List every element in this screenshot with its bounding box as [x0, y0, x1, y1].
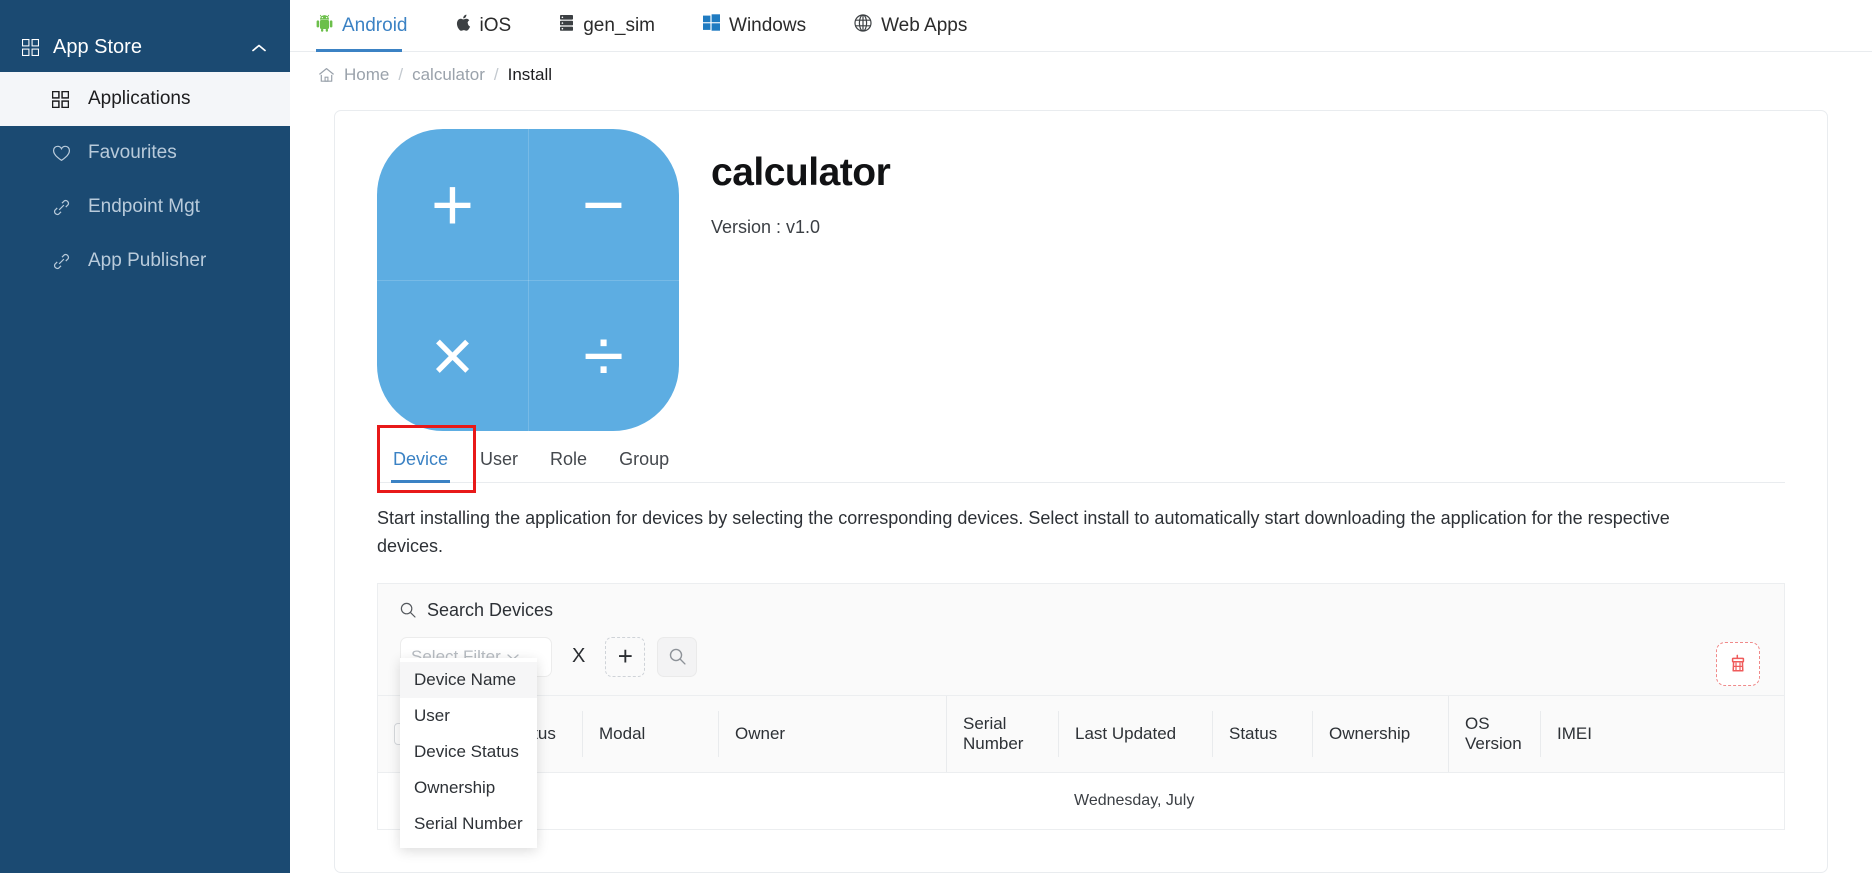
- platform-tabs: Android iOS gen_sim Windows Web Apps: [290, 0, 1872, 52]
- app-meta: calculator Version : v1.0: [679, 129, 891, 431]
- tab-label: iOS: [479, 14, 512, 36]
- search-devices-title: Search Devices: [400, 600, 1762, 621]
- tab-android[interactable]: Android: [316, 0, 408, 52]
- th-modal[interactable]: Modal: [582, 710, 718, 757]
- filter-option-device-name[interactable]: Device Name: [400, 661, 537, 698]
- heart-icon: [52, 145, 74, 162]
- grid-icon: [22, 38, 39, 56]
- th-imei[interactable]: IMEI: [1540, 710, 1670, 757]
- server-icon: [559, 14, 574, 38]
- apple-icon: [456, 14, 471, 38]
- search-icon: [669, 648, 686, 665]
- breadcrumb-calculator[interactable]: calculator: [412, 65, 485, 85]
- tab-label: User: [480, 449, 519, 469]
- table-body: Wednesday, July: [378, 772, 1784, 829]
- breadcrumb-separator: /: [398, 65, 404, 84]
- main-content: Android iOS gen_sim Windows Web Apps Hom…: [290, 0, 1872, 873]
- filter-options-dropdown[interactable]: Device Name User Device Status Ownership…: [400, 657, 537, 848]
- th-status[interactable]: Status: [1212, 710, 1312, 757]
- broom-icon: [1728, 654, 1748, 674]
- grid-icon: [52, 90, 74, 108]
- th-serial-number[interactable]: Serial Number: [946, 695, 1058, 772]
- link-icon: [52, 252, 74, 271]
- search-panel: Search Devices Select Filter X + Device …: [377, 582, 1785, 848]
- th-last-updated[interactable]: Last Updated: [1058, 710, 1212, 757]
- run-search-button[interactable]: [657, 636, 698, 677]
- th-os-version[interactable]: OS Version: [1448, 695, 1540, 772]
- filter-option-ownership[interactable]: Ownership: [400, 770, 537, 806]
- breadcrumb-current: Install: [507, 65, 553, 84]
- app-header: + − × ÷ calculator Version : v1.0: [335, 111, 1827, 431]
- sidebar-item-endpoint-mgt[interactable]: Endpoint Mgt: [0, 180, 290, 234]
- breadcrumb: Home / calculator / Install: [290, 52, 1872, 98]
- sidebar-item-label: Applications: [88, 88, 191, 109]
- globe-icon: [854, 13, 872, 38]
- home-icon: [318, 67, 335, 83]
- sidebar-group-label: App Store: [53, 35, 142, 58]
- tab-device[interactable]: Device: [377, 449, 464, 483]
- plus-glyph: +: [430, 162, 475, 246]
- th-ownership[interactable]: Ownership: [1312, 710, 1448, 757]
- app-root: App Store Applications Favourites Endpoi…: [0, 0, 1872, 873]
- tab-user[interactable]: User: [464, 449, 534, 482]
- th-owner[interactable]: Owner: [718, 710, 946, 757]
- clear-filter-button[interactable]: X: [564, 645, 593, 668]
- tab-group[interactable]: Group: [603, 449, 685, 482]
- tab-label: Windows: [729, 14, 807, 36]
- breadcrumb-home[interactable]: Home: [344, 65, 389, 85]
- tab-label: Role: [550, 449, 588, 469]
- tab-label: Group: [619, 449, 670, 469]
- sidebar: App Store Applications Favourites Endpoi…: [0, 0, 290, 873]
- search-icon: [400, 602, 416, 618]
- cell-last-updated: Wednesday, July: [1074, 791, 1195, 809]
- android-icon: [316, 14, 333, 38]
- tab-web-apps[interactable]: Web Apps: [854, 0, 967, 52]
- page-title: calculator: [711, 151, 891, 194]
- sidebar-item-label: Endpoint Mgt: [88, 196, 200, 217]
- breadcrumb-separator: /: [493, 65, 499, 84]
- section-description: Start installing the application for dev…: [377, 508, 1670, 556]
- section-tabs: Device User Role Group: [377, 425, 1785, 493]
- sidebar-item-app-publisher[interactable]: App Publisher: [0, 234, 290, 288]
- tab-label: Device: [393, 449, 449, 469]
- app-version: Version : v1.0: [711, 217, 821, 237]
- link-icon: [52, 198, 74, 217]
- windows-icon: [703, 14, 721, 37]
- table-row[interactable]: Wednesday, July: [378, 773, 1784, 829]
- install-card: + − × ÷ calculator Version : v1.0 Device…: [334, 110, 1828, 873]
- sidebar-item-applications[interactable]: Applications: [0, 72, 290, 126]
- times-glyph: ×: [430, 313, 475, 397]
- devices-table: Device Status Modal Owner Serial Number …: [377, 694, 1785, 830]
- search-title-label: Search Devices: [427, 599, 554, 620]
- tab-label: Web Apps: [881, 14, 968, 36]
- tab-role[interactable]: Role: [534, 449, 603, 482]
- calculator-app-icon: + − × ÷: [377, 129, 679, 431]
- filter-row: Select Filter X +: [400, 636, 1762, 695]
- tab-windows[interactable]: Windows: [703, 0, 806, 52]
- tab-label: Android: [342, 14, 408, 36]
- sidebar-item-label: App Publisher: [88, 250, 207, 271]
- tab-ios[interactable]: iOS: [456, 0, 512, 52]
- minus-glyph: −: [581, 162, 626, 246]
- add-filter-button[interactable]: +: [605, 636, 646, 677]
- divide-glyph: ÷: [583, 313, 624, 397]
- filter-option-serial-number[interactable]: Serial Number: [400, 806, 537, 842]
- tab-gen-sim[interactable]: gen_sim: [559, 0, 655, 52]
- sidebar-group-app-store[interactable]: App Store: [0, 22, 290, 72]
- table-header-row: Device Status Modal Owner Serial Number …: [378, 695, 1784, 773]
- tab-label: gen_sim: [583, 14, 656, 36]
- filter-option-device-status[interactable]: Device Status: [400, 734, 537, 770]
- sidebar-item-label: Favourites: [88, 142, 177, 163]
- clear-all-filters-button[interactable]: [1716, 641, 1760, 686]
- filter-option-user[interactable]: User: [400, 698, 537, 734]
- chevron-up-icon[interactable]: [252, 36, 266, 59]
- sidebar-item-favourites[interactable]: Favourites: [0, 126, 290, 180]
